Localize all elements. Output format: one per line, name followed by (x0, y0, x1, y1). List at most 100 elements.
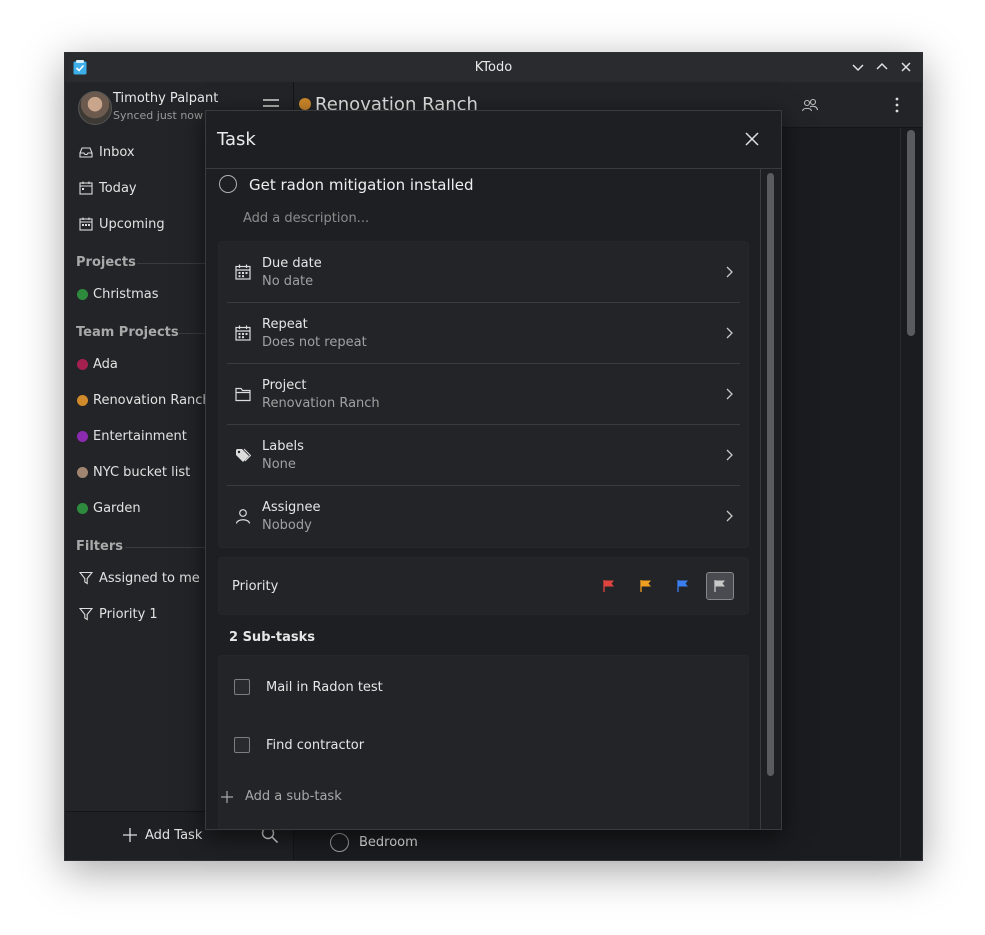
project-color-dot (77, 358, 88, 370)
close-icon (901, 62, 911, 72)
property-value: None (262, 457, 296, 472)
dialog-header: Task (206, 111, 781, 169)
window-title: KTodo (474, 60, 513, 75)
sidebar-item-assigned-to-me[interactable]: Assigned to me (79, 567, 200, 589)
project-color-dot (77, 430, 88, 442)
add-subtask-button[interactable]: Add a sub-task (220, 789, 342, 804)
project-row[interactable]: Project Renovation Ranch (227, 364, 740, 425)
sidebar-item-garden[interactable]: Garden (77, 497, 141, 519)
property-value: No date (262, 274, 314, 289)
property-value: Nobody (262, 518, 312, 533)
add-task-label: Add Task (145, 827, 203, 843)
calendar-icon (235, 325, 251, 341)
collaborators-icon[interactable] (802, 98, 818, 112)
chevron-right-icon (726, 449, 733, 461)
subtask-label: Mail in Radon test (266, 679, 383, 695)
property-label: Repeat (262, 317, 308, 332)
section-title-filters: Filters (76, 539, 123, 554)
subtask-item[interactable]: Mail in Radon test (234, 679, 383, 695)
sidebar-item-today[interactable]: Today (79, 177, 137, 199)
flag-icon (714, 580, 725, 592)
sidebar-item-renovation-ranch[interactable]: Renovation Ranch (77, 389, 211, 411)
sidebar-item-label: Upcoming (99, 216, 165, 232)
property-label: Due date (262, 256, 322, 271)
task-complete-toggle[interactable] (330, 833, 349, 852)
subtask-label: Find contractor (266, 737, 365, 753)
assignee-row[interactable]: Assignee Nobody (227, 486, 740, 546)
sidebar-item-nyc-bucket-list[interactable]: NYC bucket list (77, 461, 190, 483)
maximize-button[interactable] (873, 58, 891, 76)
filter-icon (79, 571, 93, 585)
close-icon[interactable] (744, 131, 760, 147)
sidebar-item-label: Today (99, 180, 137, 196)
minimize-button[interactable] (849, 58, 867, 76)
add-task-button[interactable]: Add Task (122, 827, 202, 843)
sidebar-item-label: Ada (93, 356, 118, 372)
property-value: Renovation Ranch (262, 396, 380, 411)
subtask-checkbox[interactable] (234, 679, 250, 695)
subtask-checkbox[interactable] (234, 737, 250, 753)
task-complete-toggle[interactable] (219, 175, 237, 193)
property-label: Assignee (262, 500, 321, 515)
folder-icon (235, 387, 251, 402)
flag-icon (603, 580, 614, 592)
dialog-scrollbar-thumb[interactable] (767, 173, 774, 776)
priority-flag-1[interactable] (595, 572, 623, 600)
subtasks-heading: 2 Sub-tasks (229, 630, 315, 645)
flag-icon (640, 580, 651, 592)
sidebar-item-label: Garden (93, 500, 141, 516)
sidebar-item-priority-1[interactable]: Priority 1 (79, 603, 158, 625)
task-title-field[interactable]: Get radon mitigation installed (249, 176, 474, 194)
sidebar-item-ada[interactable]: Ada (77, 353, 118, 375)
sidebar-item-entertainment[interactable]: Entertainment (77, 425, 187, 447)
sidebar-item-inbox[interactable]: Inbox (79, 141, 135, 163)
chevron-right-icon (726, 266, 733, 278)
sidebar-item-christmas[interactable]: Christmas (77, 283, 159, 305)
chevron-right-icon (726, 327, 733, 339)
subtask-item[interactable]: Find contractor (234, 737, 364, 753)
priority-flag-3[interactable] (669, 572, 697, 600)
project-color-dot (299, 98, 311, 110)
property-label: Project (262, 378, 307, 393)
sidebar-item-label: Assigned to me (99, 570, 200, 586)
sidebar-item-label: Inbox (99, 144, 135, 160)
tag-icon (236, 448, 251, 462)
task-row[interactable]: Bedroom (330, 833, 418, 852)
chevron-right-icon (726, 388, 733, 400)
description-field[interactable]: Add a description... (243, 211, 369, 226)
dialog-title: Task (217, 129, 256, 150)
calendar-icon (79, 181, 93, 195)
person-icon (235, 509, 251, 524)
more-options-icon[interactable] (890, 96, 904, 114)
sidebar-item-upcoming[interactable]: Upcoming (79, 213, 165, 235)
section-title-projects: Projects (76, 255, 136, 270)
project-color-dot (77, 502, 88, 514)
section-title-team-projects: Team Projects (76, 325, 179, 340)
sidebar-item-label: Renovation Ranch (93, 392, 211, 408)
sidebar-item-label: Entertainment (93, 428, 187, 444)
sidebar-item-label: Christmas (93, 286, 159, 302)
property-value: Does not repeat (262, 335, 367, 350)
plus-icon (123, 828, 137, 842)
repeat-row[interactable]: Repeat Does not repeat (227, 303, 740, 364)
task-title: Bedroom (359, 835, 418, 850)
task-dialog: Task Get radon mitigation installed Add … (205, 110, 782, 830)
flag-icon (677, 580, 688, 592)
inbox-icon (79, 147, 93, 158)
avatar[interactable] (78, 91, 112, 125)
main-scrollbar-thumb[interactable] (907, 130, 915, 336)
priority-flag-2[interactable] (632, 572, 660, 600)
priority-flag-4[interactable] (706, 572, 734, 600)
priority-label: Priority (232, 579, 279, 594)
close-window-button[interactable] (897, 58, 915, 76)
properties-card: Due date No date Repeat Does not repeat … (218, 241, 749, 548)
title-bar: KTodo (65, 53, 922, 83)
property-label: Labels (262, 439, 304, 454)
due-date-row[interactable]: Due date No date (227, 242, 740, 303)
project-color-dot (77, 288, 88, 300)
sidebar-item-label: Priority 1 (99, 606, 158, 622)
labels-row[interactable]: Labels None (227, 425, 740, 486)
plus-icon (221, 790, 233, 803)
filter-icon (79, 607, 93, 621)
project-color-dot (77, 466, 88, 478)
